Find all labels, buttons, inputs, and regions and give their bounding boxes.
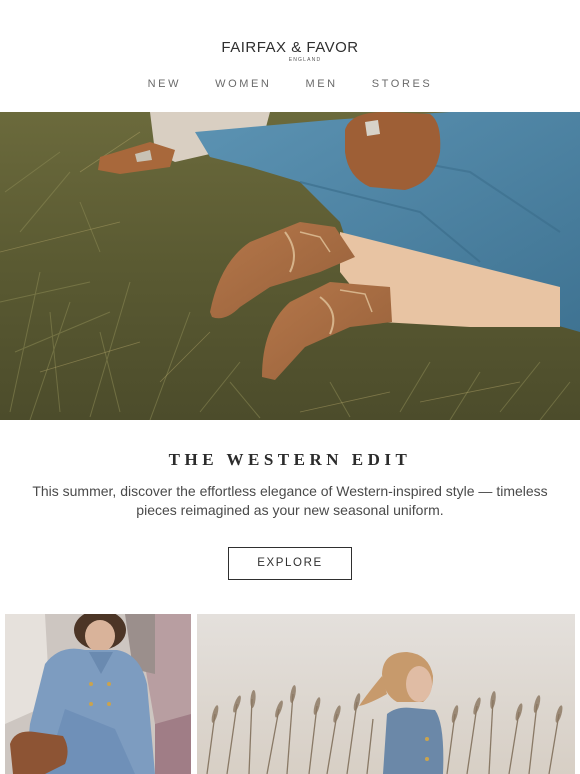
logo-wordmark: FAIRFAX & FAVOR [221,39,359,56]
nav-link-stores[interactable]: STORES [372,78,433,90]
logo-subtitle: ENGLAND [288,57,322,63]
brand-logo[interactable]: FAIRFAX & FAVOR ENGLAND [0,39,580,64]
tile-left-illustration [5,614,191,774]
section-description: This summer, discover the effortless ele… [32,483,548,518]
tile-image-right[interactable] [197,614,575,774]
explore-button[interactable]: EXPLORE [228,547,352,580]
tile-right-illustration [197,614,575,774]
email-header: FAIRFAX & FAVOR ENGLAND NEW WOMEN MEN ST… [0,0,580,112]
hero-image[interactable] [0,112,580,420]
main-nav: NEW WOMEN MEN STORES [0,78,580,90]
nav-link-men[interactable]: MEN [305,78,337,90]
tile-image-left[interactable] [5,614,191,774]
hero-illustration [0,112,580,420]
section-title: THE WESTERN EDIT [168,450,412,469]
nav-link-new[interactable]: NEW [148,78,181,90]
nav-link-women[interactable]: WOMEN [215,78,271,90]
